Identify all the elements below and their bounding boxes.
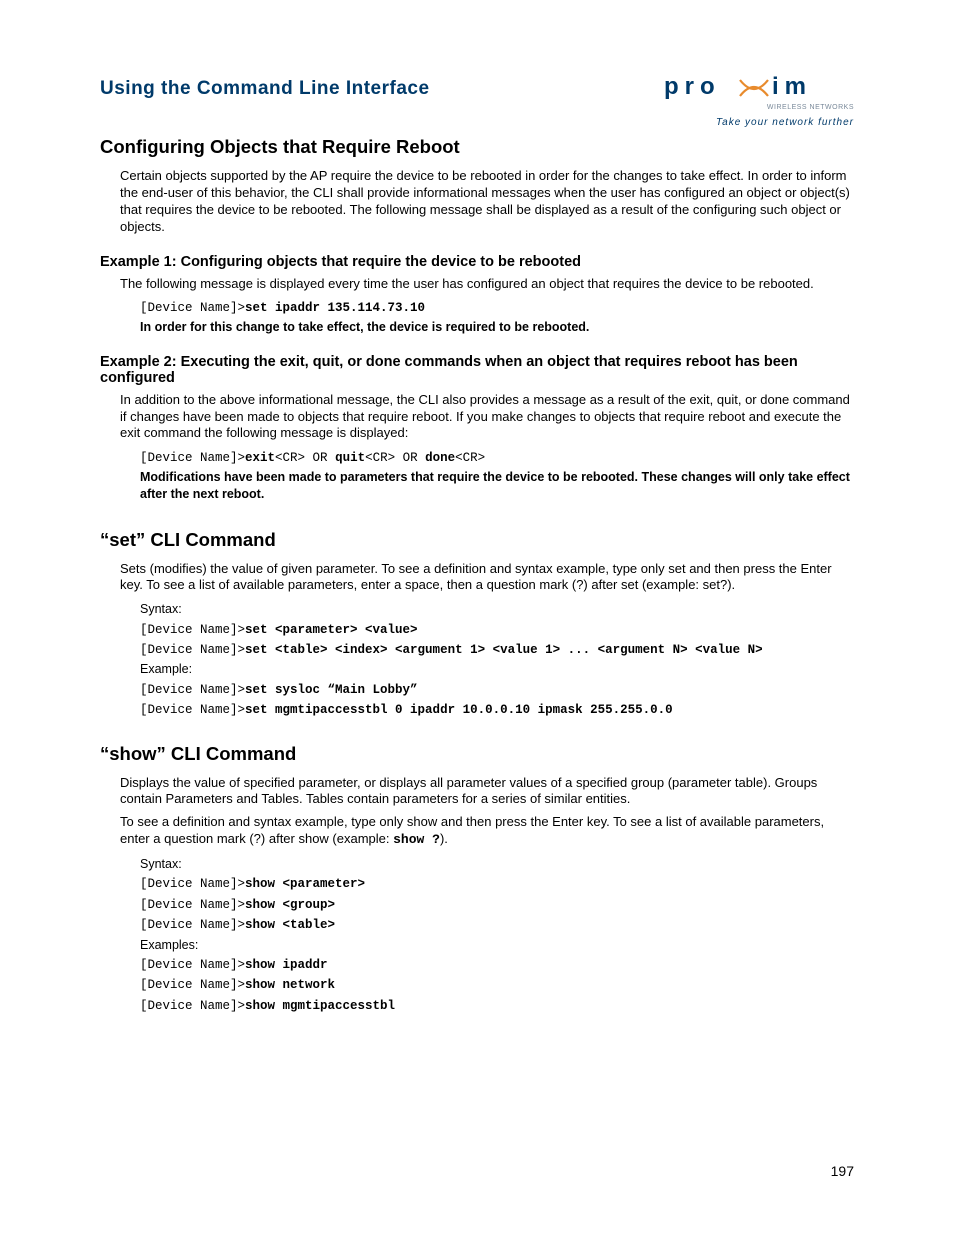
cli-command: set sysloc “Main Lobby” [245,683,418,697]
section-heading-show: “show” CLI Command [100,743,854,765]
cli-prompt: [Device Name]> [140,877,245,891]
cli-prompt: [Device Name]> [140,918,245,932]
body-text: Certain objects supported by the AP requ… [120,168,854,236]
code-block: [Device Name]>exit<CR> OR quit<CR> OR do… [140,448,854,502]
cli-command: set ipaddr 135.114.73.10 [245,301,425,315]
example-label: Example: [140,660,854,679]
logo-tagline: Take your network further [664,117,854,128]
cli-prompt: [Device Name]> [140,703,245,717]
cli-command: show <parameter> [245,877,365,891]
cli-command: set mgmtipaccesstbl 0 ipaddr 10.0.0.10 i… [245,703,673,717]
cli-prompt: [Device Name]> [140,451,245,465]
cli-prompt: [Device Name]> [140,958,245,972]
cli-text: <CR> OR [275,451,335,465]
cli-prompt: [Device Name]> [140,623,245,637]
body-text: To see a definition and syntax example, … [120,814,854,849]
cli-command: set <table> <index> <argument 1> <value … [245,643,763,657]
cli-command: exit [245,451,275,465]
cli-command: show mgmtipaccesstbl [245,999,395,1013]
syntax-label: Syntax: [140,600,854,619]
body-text-part: ). [440,831,448,846]
page-title: Using the Command Line Interface [100,78,430,100]
cli-command: done [425,451,455,465]
svg-text:pro: pro [664,73,721,100]
body-text: In addition to the above informational m… [120,392,854,443]
example2-heading: Example 2: Executing the exit, quit, or … [100,354,854,386]
cli-prompt: [Device Name]> [140,643,245,657]
cli-command: quit [335,451,365,465]
section-heading-set: “set” CLI Command [100,529,854,551]
section-heading-reboot: Configuring Objects that Require Reboot [100,136,854,158]
cli-prompt: [Device Name]> [140,301,245,315]
body-text: Displays the value of specified paramete… [120,775,854,809]
body-text-part: To see a definition and syntax example, … [120,814,824,846]
logo-block: pro im WIRELESS NETWORKS Take your netwo… [664,72,854,128]
syntax-label: Syntax: [140,855,854,874]
reboot-note: Modifications have been made to paramete… [140,469,854,503]
cli-prompt: [Device Name]> [140,999,245,1013]
page-number: 197 [831,1163,854,1179]
code-block: Syntax: [Device Name]>set <parameter> <v… [140,600,854,720]
code-block: [Device Name]>set ipaddr 135.114.73.10 I… [140,298,854,335]
cli-command: show ipaddr [245,958,328,972]
cli-command: set <parameter> <value> [245,623,418,637]
reboot-note: In order for this change to take effect,… [140,319,854,336]
body-text: The following message is displayed every… [120,276,854,293]
cli-prompt: [Device Name]> [140,683,245,697]
cli-command: show <group> [245,898,335,912]
cli-prompt: [Device Name]> [140,898,245,912]
proxim-logo: pro im [664,72,854,106]
cli-text: <CR> [455,451,485,465]
code-block: Syntax: [Device Name]>show <parameter> [… [140,855,854,1016]
cli-command: show network [245,978,335,992]
example1-heading: Example 1: Configuring objects that requ… [100,254,854,270]
cli-command: show <table> [245,918,335,932]
body-text: Sets (modifies) the value of given param… [120,561,854,595]
cli-text: <CR> OR [365,451,425,465]
svg-text:im: im [772,73,812,100]
cli-prompt: [Device Name]> [140,978,245,992]
inline-code: show ? [393,832,440,847]
examples-label: Examples: [140,936,854,955]
